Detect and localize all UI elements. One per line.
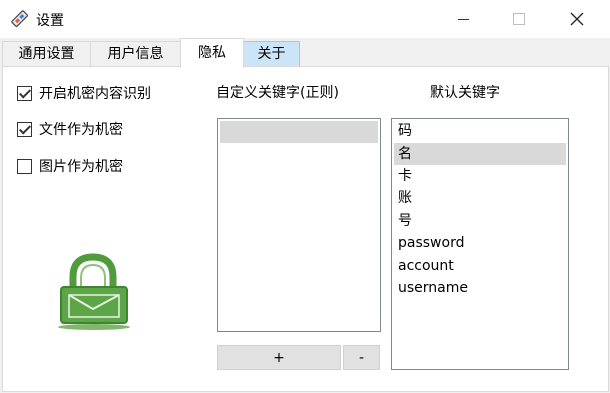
window-title: 设置 [36, 13, 64, 29]
title-bar: 设置 [0, 0, 610, 38]
minimize-icon [457, 18, 469, 20]
privacy-panel: 开启机密内容识别 文件作为机密 图片作为机密 自定义关键字(正则) 默认关键字 … [2, 66, 609, 392]
list-item[interactable]: 名 [394, 143, 566, 165]
maximize-button[interactable] [496, 0, 542, 38]
add-keyword-button[interactable]: + [217, 345, 341, 370]
checkbox-label: 文件作为机密 [39, 122, 123, 138]
default-keywords-list[interactable]: 码 名 卡 账 号 password account username [391, 118, 569, 370]
tab-strip: 通用设置 用户信息 隐私 关于 [0, 38, 610, 68]
list-item[interactable]: password [394, 232, 566, 254]
close-icon [570, 12, 584, 26]
tab-user-info[interactable]: 用户信息 [90, 41, 181, 66]
list-item[interactable]: account [394, 255, 566, 277]
tab-about[interactable]: 关于 [243, 41, 300, 66]
checkbox-label: 图片作为机密 [39, 159, 123, 175]
checkbox-files-secret[interactable]: 文件作为机密 [17, 120, 123, 138]
default-keywords-label: 默认关键字 [430, 85, 500, 101]
checkbox-box[interactable] [17, 158, 32, 174]
minimize-button[interactable] [440, 0, 486, 38]
close-button[interactable] [554, 0, 600, 38]
remove-keyword-button[interactable]: - [343, 345, 380, 370]
list-item[interactable]: 号 [394, 210, 566, 232]
custom-keywords-list[interactable] [217, 118, 381, 332]
checkbox-label: 开启机密内容识别 [39, 86, 151, 102]
custom-keywords-label: 自定义关键字(正则) [216, 85, 339, 101]
list-item[interactable]: 卡 [394, 165, 566, 187]
checkbox-box[interactable] [17, 121, 32, 137]
checkbox-box[interactable] [17, 85, 32, 101]
settings-icon [10, 9, 30, 29]
list-item[interactable]: 码 [394, 120, 566, 142]
tab-general[interactable]: 通用设置 [2, 41, 91, 66]
checkbox-enable-detection[interactable]: 开启机密内容识别 [17, 84, 151, 102]
tab-privacy[interactable]: 隐私 [180, 38, 244, 68]
list-item[interactable] [220, 121, 378, 143]
maximize-icon [513, 13, 525, 25]
list-item[interactable]: username [394, 277, 566, 299]
checkbox-images-secret[interactable]: 图片作为机密 [17, 157, 123, 175]
list-item[interactable]: 账 [394, 187, 566, 209]
lock-icon [57, 253, 135, 333]
